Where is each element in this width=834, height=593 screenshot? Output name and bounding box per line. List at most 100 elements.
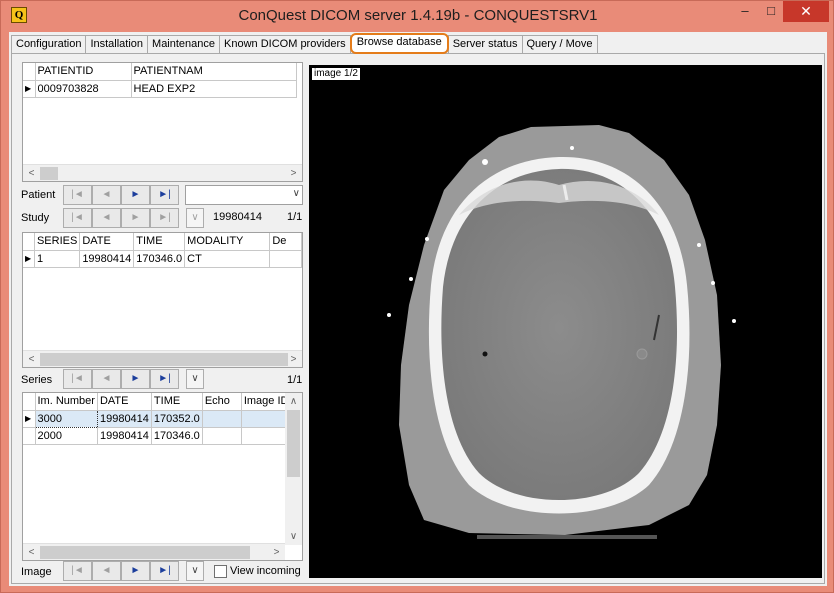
study-prev-button[interactable]: ◄ [92, 208, 121, 228]
grid-corner [23, 393, 36, 411]
image-echo-cell[interactable] [202, 410, 242, 428]
tab-query-move[interactable]: Query / Move [521, 35, 598, 54]
image-prev-button[interactable]: ◄ [92, 561, 121, 581]
table-row[interactable]: ▶ 1 19980414 170346.0 CT [23, 250, 302, 268]
series-grid[interactable]: SERIES DATE TIME MODALITY De ▶ 1 1998041… [22, 232, 303, 368]
patient-nav-label: Patient [21, 189, 56, 201]
grid-corner [23, 233, 35, 251]
scroll-left-icon[interactable]: < [23, 351, 40, 367]
series-hscrollbar[interactable]: < > [23, 350, 302, 367]
scroll-thumb[interactable] [40, 353, 288, 366]
column-header-im-number[interactable]: Im. Number [35, 393, 98, 411]
app-window: Q ConQuest DICOM server 1.4.19b - CONQUE… [0, 0, 834, 593]
image-id-cell[interactable] [241, 427, 292, 445]
series-time-cell[interactable]: 170346.0 [133, 250, 186, 268]
patient-id-cell[interactable]: 0009703828 [35, 80, 132, 98]
scroll-thumb[interactable] [40, 546, 250, 559]
series-prev-button[interactable]: ◄ [92, 369, 121, 389]
image-dropdown-button[interactable]: ∨ [186, 561, 204, 581]
patient-name-cell[interactable]: HEAD EXP2 [131, 80, 297, 98]
column-header-date[interactable]: DATE [79, 233, 135, 251]
series-last-button[interactable]: ►| [150, 369, 179, 389]
tab-installation[interactable]: Installation [85, 35, 149, 54]
column-header-date[interactable]: DATE [97, 393, 152, 411]
column-header-description[interactable]: De [269, 233, 302, 251]
view-incoming-label[interactable]: View incoming [230, 565, 301, 577]
image-number-cell[interactable]: 3000 [34, 409, 98, 428]
tab-configuration[interactable]: Configuration [11, 35, 87, 54]
image-time-cell[interactable]: 170352.0 [151, 410, 203, 428]
chevron-down-icon: ∨ [292, 188, 300, 199]
patient-select[interactable]: ∨ [185, 185, 303, 205]
table-row[interactable]: ▶ 0009703828 HEAD EXP2 [23, 80, 297, 98]
column-header-time[interactable]: TIME [151, 393, 203, 411]
ct-head-scan-image [387, 125, 736, 539]
scroll-right-icon[interactable]: > [285, 351, 302, 367]
series-dropdown-button[interactable]: ∨ [186, 369, 204, 389]
study-nav-label: Study [21, 212, 50, 224]
scroll-left-icon[interactable]: < [23, 544, 40, 560]
close-button[interactable]: ✕ [783, 1, 829, 22]
client-area: Configuration Installation Maintenance K… [9, 32, 827, 586]
patient-prev-button[interactable]: ◄ [92, 185, 121, 205]
minimize-button[interactable]: – [732, 1, 758, 22]
image-grid[interactable]: Im. Number DATE TIME Echo Image ID ▶ 300… [22, 392, 303, 561]
image-vscrollbar[interactable]: ∧ ∨ [285, 393, 302, 545]
window-title: ConQuest DICOM server 1.4.19b - CONQUEST… [238, 7, 598, 24]
column-header-patientname[interactable]: PATIENTNAM [131, 63, 297, 81]
study-last-button[interactable]: ►| [150, 208, 179, 228]
image-first-button[interactable]: |◄ [63, 561, 92, 581]
series-next-button[interactable]: ► [121, 369, 150, 389]
series-description-cell[interactable] [269, 250, 302, 268]
image-hscrollbar[interactable]: < > [23, 543, 285, 560]
patient-next-button[interactable]: ► [121, 185, 150, 205]
row-pointer-icon: ▶ [23, 80, 36, 98]
scroll-right-icon[interactable]: > [268, 544, 285, 560]
tab-maintenance[interactable]: Maintenance [147, 35, 221, 54]
scroll-thumb[interactable] [40, 167, 58, 180]
study-next-button[interactable]: ► [121, 208, 150, 228]
patient-last-button[interactable]: ►| [150, 185, 179, 205]
scroll-thumb[interactable] [287, 410, 300, 477]
table-row[interactable]: ▶ 3000 19980414 170352.0 [23, 409, 292, 428]
column-header-series[interactable]: SERIES [34, 233, 81, 251]
column-header-echo[interactable]: Echo [202, 393, 242, 411]
patient-first-button[interactable]: |◄ [63, 185, 92, 205]
study-first-button[interactable]: |◄ [63, 208, 92, 228]
image-number-cell[interactable]: 2000 [35, 427, 98, 445]
image-echo-cell[interactable] [202, 427, 242, 445]
grid-corner [23, 63, 36, 81]
column-header-modality[interactable]: MODALITY [184, 233, 271, 251]
study-dropdown-button[interactable]: ∨ [186, 208, 204, 228]
image-nav-label: Image [21, 566, 52, 578]
table-row[interactable]: 2000 19980414 170346.0 [23, 427, 292, 445]
image-last-button[interactable]: ►| [150, 561, 179, 581]
view-incoming-checkbox[interactable] [214, 565, 227, 578]
image-date-cell[interactable]: 19980414 [97, 410, 152, 428]
maximize-button[interactable]: □ [758, 1, 784, 22]
patient-grid[interactable]: PATIENTID PATIENTNAM ▶ 0009703828 HEAD E… [22, 62, 303, 182]
column-header-patientid[interactable]: PATIENTID [35, 63, 132, 81]
image-time-cell[interactable]: 170346.0 [151, 427, 203, 445]
tab-browse-database[interactable]: Browse database [349, 33, 449, 54]
column-header-image-id[interactable]: Image ID [241, 393, 292, 411]
dicom-image-viewer[interactable]: image 1/2 [309, 65, 822, 578]
scroll-down-icon[interactable]: ∨ [285, 528, 302, 545]
tab-strip: Configuration Installation Maintenance K… [11, 33, 598, 54]
scroll-right-icon[interactable]: > [285, 165, 302, 181]
image-next-button[interactable]: ► [121, 561, 150, 581]
series-first-button[interactable]: |◄ [63, 369, 92, 389]
row-indicator [23, 427, 36, 445]
series-date-cell[interactable]: 19980414 [79, 250, 135, 268]
image-id-cell[interactable] [241, 410, 292, 428]
series-modality-cell[interactable]: CT [184, 250, 271, 268]
scroll-up-icon[interactable]: ∧ [285, 393, 302, 410]
column-header-time[interactable]: TIME [133, 233, 186, 251]
tab-server-status[interactable]: Server status [447, 35, 523, 54]
scroll-left-icon[interactable]: < [23, 165, 40, 181]
tab-known-dicom-providers[interactable]: Known DICOM providers [219, 35, 351, 54]
series-number-cell[interactable]: 1 [34, 250, 81, 268]
title-bar[interactable]: Q ConQuest DICOM server 1.4.19b - CONQUE… [1, 1, 834, 32]
patient-hscrollbar[interactable]: < > [23, 164, 302, 181]
image-date-cell[interactable]: 19980414 [97, 427, 152, 445]
